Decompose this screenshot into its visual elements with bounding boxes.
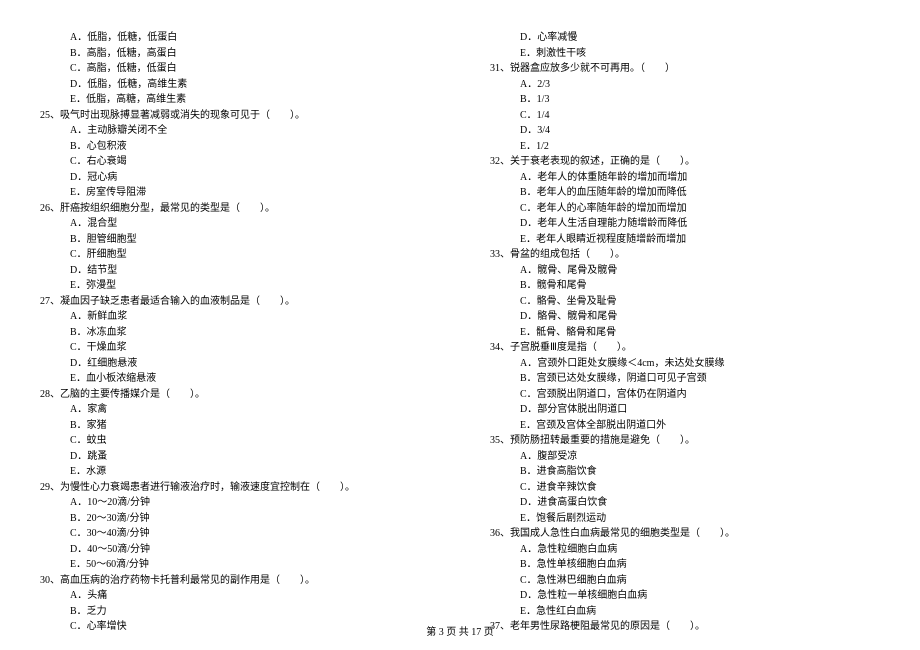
q32-opt-d: D．老年人生活自理能力随增龄而降低	[490, 216, 880, 232]
q27-opt-e: E．血小板浓缩悬液	[40, 371, 430, 387]
q34-opt-d: D．部分宫体脱出阴道口	[490, 402, 880, 418]
q25-stem: 25、吸气时出现脉搏显著减弱或消失的现象可见于（ ）。	[40, 108, 430, 124]
q27-stem: 27、凝血因子缺乏患者最适合输入的血液制品是（ ）。	[40, 294, 430, 310]
q30-opt-e: E．刺激性干咳	[490, 46, 880, 62]
q35-opt-e: E．饱餐后剧烈运动	[490, 511, 880, 527]
q34-opt-b: B．宫颈已达处女膜缘，阴道口可见子宫颈	[490, 371, 880, 387]
q26-opt-b: B．胆管细胞型	[40, 232, 430, 248]
q32-opt-b: B．老年人的血压随年龄的增加而降低	[490, 185, 880, 201]
q28-stem: 28、乙脑的主要传播媒介是（ ）。	[40, 387, 430, 403]
q32-opt-c: C．老年人的心率随年龄的增加而增加	[490, 201, 880, 217]
q26-stem: 26、肝癌按组织细胞分型，最常见的类型是（ ）。	[40, 201, 430, 217]
q31-opt-d: D．3/4	[490, 123, 880, 139]
q25-opt-b: B．心包积液	[40, 139, 430, 155]
q30-opt-b: B．乏力	[40, 604, 430, 620]
left-column: A．低脂，低糖，低蛋白 B．高脂，低糖，高蛋白 C．高脂，低糖，低蛋白 D．低脂…	[40, 30, 430, 635]
q29-opt-a: A．10～20滴/分钟	[40, 495, 430, 511]
q35-opt-c: C．进食辛辣饮食	[490, 480, 880, 496]
q36-opt-e: E．急性红白血病	[490, 604, 880, 620]
q30-opt-a: A．头痛	[40, 588, 430, 604]
q28-opt-d: D．跳蚤	[40, 449, 430, 465]
q36-opt-b: B．急性单核细胞白血病	[490, 557, 880, 573]
q25-opt-c: C．右心衰竭	[40, 154, 430, 170]
q24-opt-a: A．低脂，低糖，低蛋白	[40, 30, 430, 46]
q36-opt-a: A．急性粒细胞白血病	[490, 542, 880, 558]
q26-opt-d: D．结节型	[40, 263, 430, 279]
q33-opt-d: D．骼骨、髋骨和尾骨	[490, 309, 880, 325]
q31-opt-e: E．1/2	[490, 139, 880, 155]
q33-opt-e: E．骶骨、骼骨和尾骨	[490, 325, 880, 341]
q24-opt-d: D．低脂，低糖，高维生素	[40, 77, 430, 93]
q25-opt-d: D．冠心病	[40, 170, 430, 186]
q31-stem: 31、锐器盒应放多少就不可再用。（ ）	[490, 61, 880, 77]
q29-stem: 29、为慢性心力衰竭患者进行输液治疗时，输液速度宜控制在（ ）。	[40, 480, 430, 496]
q36-opt-d: D．急性粒一单核细胞白血病	[490, 588, 880, 604]
q27-opt-d: D．红细胞悬液	[40, 356, 430, 372]
page-footer: 第 3 页 共 17 页	[0, 623, 920, 638]
q32-stem: 32、关于衰老表现的叙述，正确的是（ ）。	[490, 154, 880, 170]
q35-opt-b: B．进食高脂饮食	[490, 464, 880, 480]
q25-opt-e: E．房室传导阻滞	[40, 185, 430, 201]
q33-opt-a: A．髋骨、尾骨及髋骨	[490, 263, 880, 279]
q27-opt-c: C．干燥血浆	[40, 340, 430, 356]
q28-opt-c: C．蚊虫	[40, 433, 430, 449]
q34-stem: 34、子宫脱垂Ⅲ度是指（ ）。	[490, 340, 880, 356]
q27-opt-a: A．新鲜血浆	[40, 309, 430, 325]
q24-opt-c: C．高脂，低糖，低蛋白	[40, 61, 430, 77]
q34-opt-a: A．宫颈外口距处女膜缘＜4cm，未达处女膜缘	[490, 356, 880, 372]
q24-opt-e: E．低脂，高糖，高维生素	[40, 92, 430, 108]
q25-opt-a: A．主动脉瓣关闭不全	[40, 123, 430, 139]
page-content: A．低脂，低糖，低蛋白 B．高脂，低糖，高蛋白 C．高脂，低糖，低蛋白 D．低脂…	[0, 0, 920, 635]
q36-opt-c: C．急性淋巴细胞白血病	[490, 573, 880, 589]
q36-stem: 36、我国成人急性白血病最常见的细胞类型是（ ）。	[490, 526, 880, 542]
q35-opt-a: A．腹部受凉	[490, 449, 880, 465]
q29-opt-c: C．30～40滴/分钟	[40, 526, 430, 542]
q35-stem: 35、预防肠扭转最重要的措施是避免（ ）。	[490, 433, 880, 449]
q26-opt-c: C．肝细胞型	[40, 247, 430, 263]
q29-opt-e: E．50～60滴/分钟	[40, 557, 430, 573]
q33-opt-b: B．髋骨和尾骨	[490, 278, 880, 294]
q28-opt-a: A．家禽	[40, 402, 430, 418]
q29-opt-b: B．20～30滴/分钟	[40, 511, 430, 527]
q31-opt-b: B．1/3	[490, 92, 880, 108]
q33-opt-c: C．骼骨、坐骨及耻骨	[490, 294, 880, 310]
q28-opt-e: E．水源	[40, 464, 430, 480]
q32-opt-a: A．老年人的体重随年龄的增加而增加	[490, 170, 880, 186]
q26-opt-a: A．混合型	[40, 216, 430, 232]
q31-opt-c: C．1/4	[490, 108, 880, 124]
q26-opt-e: E．弥漫型	[40, 278, 430, 294]
q34-opt-c: C．宫颈脱出阴道口，宫体仍在阴道内	[490, 387, 880, 403]
right-column: D．心率减慢 E．刺激性干咳 31、锐器盒应放多少就不可再用。（ ） A．2/3…	[490, 30, 880, 635]
q30-stem: 30、高血压病的治疗药物卡托普利最常见的副作用是（ ）。	[40, 573, 430, 589]
q24-opt-b: B．高脂，低糖，高蛋白	[40, 46, 430, 62]
q35-opt-d: D．进食高蛋白饮食	[490, 495, 880, 511]
q34-opt-e: E．宫颈及宫体全部脱出阴道口外	[490, 418, 880, 434]
q29-opt-d: D．40～50滴/分钟	[40, 542, 430, 558]
q33-stem: 33、骨盆的组成包括（ ）。	[490, 247, 880, 263]
q27-opt-b: B．冰冻血浆	[40, 325, 430, 341]
q31-opt-a: A．2/3	[490, 77, 880, 93]
q28-opt-b: B．家猪	[40, 418, 430, 434]
q32-opt-e: E．老年人眼睛近视程度随增龄而增加	[490, 232, 880, 248]
q30-opt-d: D．心率减慢	[490, 30, 880, 46]
